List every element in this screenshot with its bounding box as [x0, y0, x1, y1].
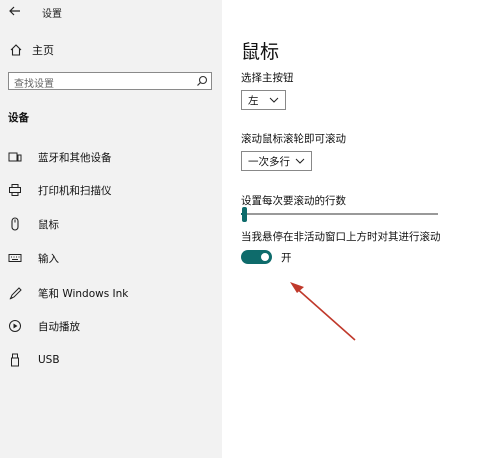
sidebar-item-label: 打印机和扫描仪	[38, 184, 112, 197]
sidebar-item-label: 鼠标	[38, 218, 59, 231]
window-title: 设置	[42, 9, 62, 20]
wheel-scroll-dropdown[interactable]: 一次多行	[241, 151, 312, 171]
primary-button-dropdown[interactable]: 左	[241, 90, 286, 110]
sidebar-item-pen-ink[interactable]: 笔和 Windows Ink	[8, 283, 222, 303]
sidebar-item-label: 笔和 Windows Ink	[38, 287, 129, 300]
dropdown-value: 一次多行	[248, 155, 290, 168]
title-bar: 设置	[0, 0, 222, 24]
sidebar: 设置 主页 查找设置 设备 蓝牙和其他设备 打印机和扫描仪 鼠标 输入 笔和 W…	[0, 0, 222, 458]
lines-slider-track[interactable]	[241, 213, 438, 215]
primary-button-label: 选择主按钮	[241, 72, 294, 84]
keyboard-icon	[8, 251, 22, 265]
search-input[interactable]: 查找设置	[8, 72, 212, 90]
sidebar-item-autoplay[interactable]: 自动播放	[8, 316, 222, 336]
back-arrow-icon[interactable]	[8, 4, 22, 18]
wheel-scroll-label: 滚动鼠标滚轮即可滚动	[241, 133, 346, 145]
annotation-arrow-icon	[290, 282, 356, 341]
printer-icon	[8, 183, 22, 197]
pen-icon	[8, 286, 22, 300]
sidebar-item-usb[interactable]: USB	[8, 350, 222, 370]
sidebar-item-mouse[interactable]: 鼠标	[8, 214, 222, 234]
inactive-scroll-label: 当我悬停在非活动窗口上方时对其进行滚动	[241, 231, 441, 243]
toggle-state-label: 开	[281, 252, 292, 264]
inactive-scroll-toggle[interactable]	[241, 250, 272, 264]
sidebar-item-printers[interactable]: 打印机和扫描仪	[8, 180, 222, 200]
autoplay-icon	[8, 319, 22, 333]
bluetooth-devices-icon	[8, 150, 22, 164]
sidebar-item-label: 输入	[38, 252, 59, 265]
section-title-devices: 设备	[8, 112, 29, 124]
sidebar-item-label: 蓝牙和其他设备	[38, 151, 112, 164]
toggle-knob	[261, 253, 269, 261]
sidebar-item-typing[interactable]: 输入	[8, 248, 222, 268]
usb-icon	[8, 353, 22, 367]
sidebar-item-label: 自动播放	[38, 320, 80, 333]
sidebar-item-bluetooth[interactable]: 蓝牙和其他设备	[8, 147, 222, 167]
chevron-down-icon	[269, 97, 279, 103]
lines-to-scroll-label: 设置每次要滚动的行数	[241, 195, 346, 207]
sidebar-item-label: USB	[38, 354, 60, 366]
sidebar-item-home[interactable]: 主页	[8, 41, 54, 59]
search-placeholder: 查找设置	[14, 79, 54, 90]
search-icon[interactable]	[196, 75, 208, 87]
chevron-down-icon	[295, 158, 305, 164]
sidebar-item-label: 主页	[32, 44, 54, 57]
page-title: 鼠标	[241, 41, 280, 63]
mouse-icon	[8, 217, 22, 231]
dropdown-value: 左	[248, 94, 259, 107]
lines-slider-thumb[interactable]	[242, 207, 247, 222]
home-icon	[8, 42, 24, 58]
